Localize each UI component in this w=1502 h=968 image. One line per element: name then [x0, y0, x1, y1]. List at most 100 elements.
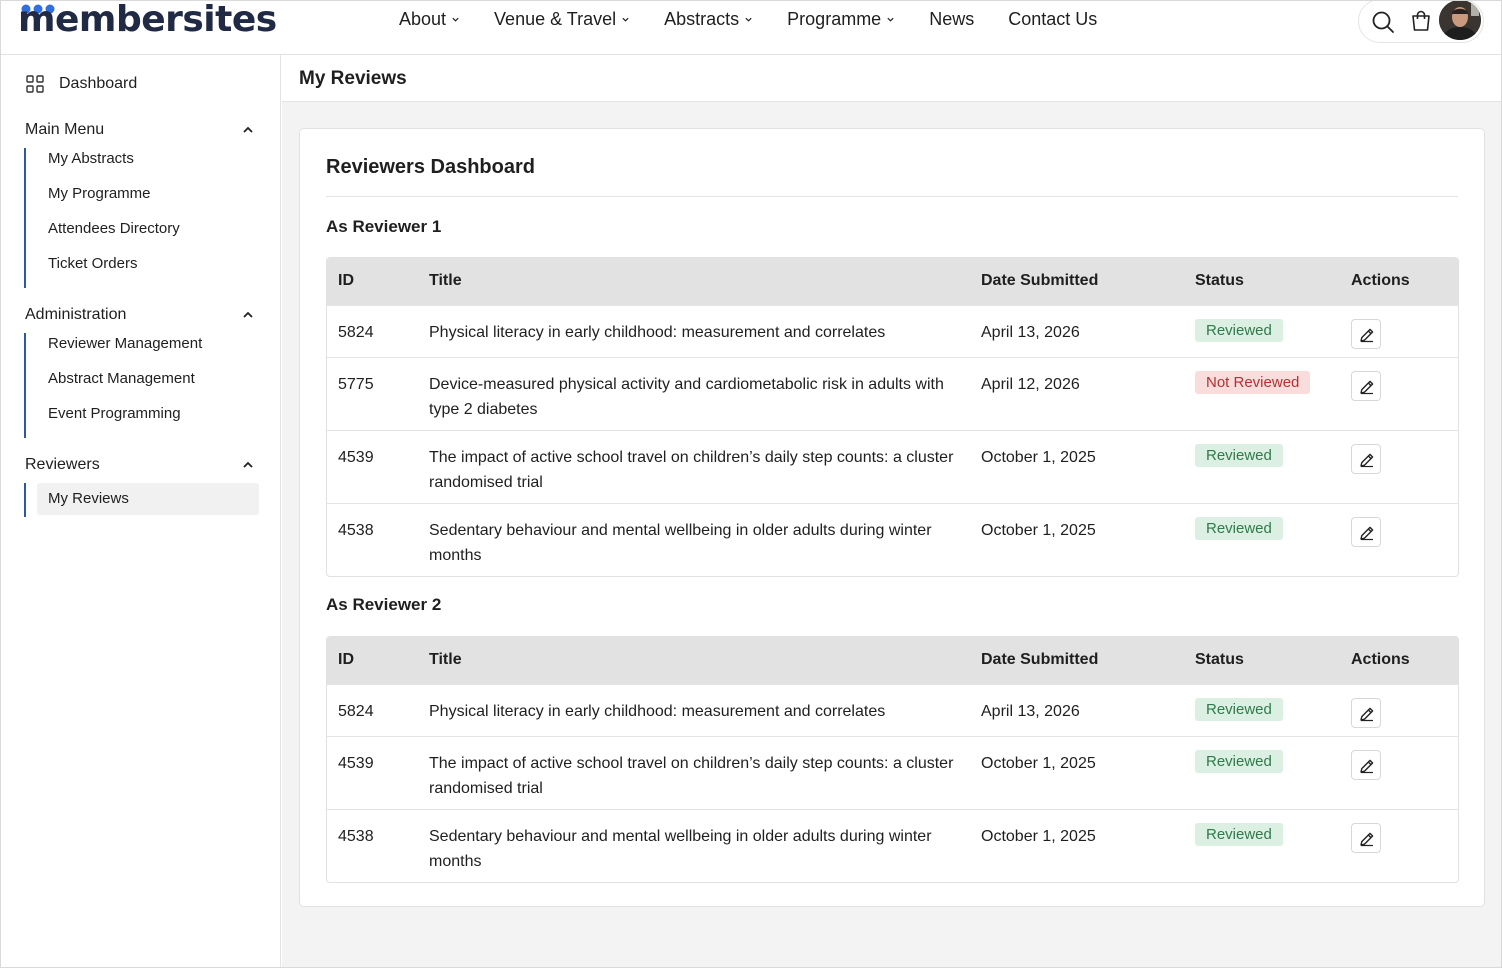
- chevron-down-icon: [452, 17, 459, 22]
- edit-review-button[interactable]: [1351, 750, 1381, 780]
- sidebar-section-main-menu[interactable]: Main Menu: [25, 121, 255, 139]
- main-content: My Reviews Reviewers Dashboard As Review…: [282, 55, 1501, 967]
- column-header-status: Status: [1195, 651, 1244, 668]
- chevron-up-icon[interactable]: [241, 123, 255, 137]
- column-header-id: ID: [338, 651, 354, 668]
- sidebar-item-dashboard[interactable]: Dashboard: [25, 74, 137, 94]
- status-badge: Reviewed: [1195, 517, 1283, 540]
- sidebar-section-title: Main Menu: [25, 121, 105, 138]
- nav-item-label: Venue & Travel: [494, 9, 617, 29]
- edit-review-button[interactable]: [1351, 371, 1381, 401]
- chevron-up-icon[interactable]: [241, 458, 255, 472]
- edit-review-button[interactable]: [1351, 444, 1381, 474]
- sidebar-section-items: My Abstracts My Programme Attendees Direct…: [24, 148, 180, 288]
- sidebar-section-title: Administration: [25, 306, 127, 323]
- divider: [326, 196, 1458, 197]
- pencil-icon: [1360, 380, 1374, 395]
- column-header-status: Status: [1195, 272, 1244, 289]
- column-header-title: Title: [429, 651, 462, 668]
- cell-title: Physical literacy in early childhood: me…: [429, 324, 886, 341]
- pencil-icon: [1360, 707, 1374, 722]
- table-row: 5824 Physical literacy in early childhood…: [327, 684, 1458, 736]
- column-header-actions: Actions: [1351, 651, 1410, 668]
- table-row: 4539 The impact of active school travel o…: [327, 736, 1458, 809]
- sidebar-item-attendees-directory[interactable]: Attendees Directory: [26, 218, 180, 253]
- cell-title: The impact of active school travel on ch…: [429, 755, 954, 797]
- cell-date: April 13, 2026: [981, 703, 1080, 720]
- table-row: 4539 The impact of active school travel o…: [327, 430, 1458, 503]
- cell-id: 4539: [338, 449, 374, 466]
- cell-date: October 1, 2025: [981, 828, 1096, 845]
- status-badge: Not Reviewed: [1195, 371, 1311, 394]
- column-header-title: Title: [429, 272, 462, 289]
- pencil-icon: [1360, 328, 1374, 343]
- sidebar-item-my-abstracts[interactable]: My Abstracts: [26, 148, 180, 183]
- pencil-icon: [1360, 832, 1374, 847]
- pencil-icon: [1360, 526, 1374, 541]
- cell-title: Physical literacy in early childhood: me…: [429, 703, 886, 720]
- nav-item-label: News: [929, 9, 975, 29]
- nav-item-label: Programme: [787, 9, 882, 29]
- table-row: 4538 Sedentary behaviour and mental wellb…: [327, 809, 1458, 882]
- group-title: As Reviewer 2: [326, 595, 442, 614]
- chevron-down-icon: [887, 17, 894, 22]
- edit-review-button[interactable]: [1351, 698, 1381, 728]
- sidebar-item-event-programming[interactable]: Event Programming: [26, 403, 202, 438]
- table-header: ID Title Date Submitted Status Actions: [327, 637, 1458, 684]
- sidebar-section-administration[interactable]: Administration: [25, 306, 255, 324]
- cell-date: October 1, 2025: [981, 522, 1096, 539]
- sidebar-section-reviewers[interactable]: Reviewers: [25, 456, 255, 474]
- table-row: 4538 Sedentary behaviour and mental wellb…: [327, 503, 1458, 576]
- logo-text: membersites: [18, 0, 277, 40]
- cell-title: Device-measured physical activity and ca…: [429, 376, 944, 418]
- cell-id: 5824: [338, 703, 374, 720]
- sidebar-section-title: Reviewers: [25, 456, 100, 473]
- cell-date: April 12, 2026: [981, 376, 1080, 393]
- edit-review-button[interactable]: [1351, 517, 1381, 547]
- reviews-table: ID Title Date Submitted Status Actions 5824 Ph…: [326, 636, 1459, 883]
- cell-title: Sedentary behaviour and mental wellbeing…: [429, 522, 932, 564]
- card-title: Reviewers Dashboard: [326, 156, 535, 178]
- nav-item-label: About: [399, 9, 447, 29]
- app-window: membersites About Venue & Travel Abstracts…: [0, 0, 1502, 968]
- column-header-id: ID: [338, 272, 354, 289]
- sidebar: Dashboard Main Menu My Abstracts My Progra…: [1, 55, 281, 967]
- pencil-icon: [1360, 453, 1374, 468]
- avatar[interactable]: [1439, 1, 1481, 40]
- column-header-date: Date Submitted: [981, 651, 1099, 668]
- nav-item-contact-us[interactable]: Contact Us: [1008, 9, 1097, 30]
- reviews-table: ID Title Date Submitted Status Actions 5824 Ph…: [326, 257, 1459, 577]
- sidebar-item-my-reviews[interactable]: My Reviews: [37, 483, 259, 515]
- nav-item-news[interactable]: News: [929, 9, 974, 30]
- sidebar-item-reviewer-management[interactable]: Reviewer Management: [26, 333, 202, 368]
- status-badge: Reviewed: [1195, 698, 1283, 721]
- sidebar-item-label: Dashboard: [59, 75, 138, 92]
- status-badge: Reviewed: [1195, 319, 1283, 342]
- sidebar-item-my-programme[interactable]: My Programme: [26, 183, 180, 218]
- chevron-down-icon: [745, 17, 752, 22]
- cell-id: 5824: [338, 324, 374, 341]
- table-header: ID Title Date Submitted Status Actions: [327, 258, 1458, 305]
- cell-title: The impact of active school travel on ch…: [429, 449, 954, 491]
- header-tools: [1358, 1, 1484, 43]
- cart-icon[interactable]: [1409, 10, 1433, 34]
- group-title: As Reviewer 1: [326, 217, 442, 236]
- sidebar-section-items: My Reviews: [24, 483, 259, 517]
- cell-date: April 13, 2026: [981, 324, 1080, 341]
- cell-id: 5775: [338, 376, 374, 393]
- nav-item-programme[interactable]: Programme: [787, 9, 895, 30]
- nav-item-venue-travel[interactable]: Venue & Travel: [494, 9, 630, 30]
- sidebar-item-abstract-management[interactable]: Abstract Management: [26, 368, 202, 403]
- nav-item-abstracts[interactable]: Abstracts: [664, 9, 753, 30]
- sidebar-item-ticket-orders[interactable]: Ticket Orders: [26, 253, 180, 288]
- search-icon[interactable]: [1371, 10, 1395, 34]
- column-header-date: Date Submitted: [981, 272, 1099, 289]
- nav-item-about[interactable]: About: [399, 9, 460, 30]
- cell-id: 4538: [338, 522, 374, 539]
- page-title: My Reviews: [299, 68, 407, 89]
- edit-review-button[interactable]: [1351, 823, 1381, 853]
- nav-item-label: Contact Us: [1008, 9, 1098, 29]
- chevron-up-icon[interactable]: [241, 308, 255, 322]
- edit-review-button[interactable]: [1351, 319, 1381, 349]
- status-badge: Reviewed: [1195, 823, 1283, 846]
